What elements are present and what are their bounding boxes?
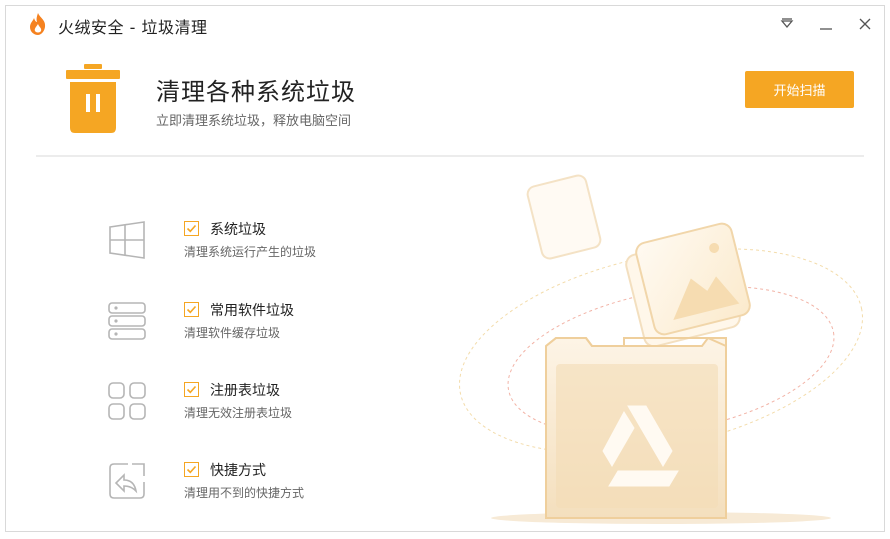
- clean-item-shortcut[interactable]: 快捷方式 清理用不到的快捷方式: [106, 460, 406, 510]
- clean-item-system[interactable]: 系统垃圾 清理系统运行产生的垃圾: [106, 219, 406, 269]
- item-description: 清理无效注册表垃圾: [184, 406, 293, 420]
- window-title: 火绒安全 - 垃圾清理: [58, 18, 208, 37]
- item-title: 系统垃圾: [210, 222, 266, 238]
- item-title: 快捷方式: [210, 463, 266, 479]
- item-description: 清理用不到的快捷方式: [184, 486, 305, 500]
- app-window: 火绒安全 - 垃圾清理 清理各种系统垃圾 立即清理系统垃圾，释放电脑空间 开始扫…: [5, 5, 885, 532]
- chevron-down-icon: [780, 18, 794, 29]
- checkmark-icon: [186, 385, 197, 394]
- database-icon: [108, 302, 146, 340]
- item-title: 注册表垃圾: [210, 383, 280, 399]
- system-junk-checkbox[interactable]: [184, 221, 199, 236]
- minimize-button[interactable]: [813, 12, 839, 36]
- shortcut-checkbox[interactable]: [184, 462, 199, 477]
- checkmark-icon: [186, 305, 197, 314]
- header-divider: [36, 155, 864, 157]
- item-description: 清理系统运行产生的垃圾: [184, 245, 317, 259]
- windows-icon: [109, 221, 145, 259]
- clean-item-registry[interactable]: 注册表垃圾 清理无效注册表垃圾: [106, 380, 406, 430]
- close-button[interactable]: [852, 12, 878, 36]
- checkmark-icon: [186, 465, 197, 474]
- start-scan-button[interactable]: 开始扫描: [745, 71, 854, 108]
- item-title: 常用软件垃圾: [210, 303, 294, 319]
- registry-grid-icon: [108, 382, 146, 420]
- software-junk-checkbox[interactable]: [184, 302, 199, 317]
- huorong-logo-icon: [30, 13, 46, 35]
- minimize-icon: [820, 28, 832, 30]
- title-bar: 火绒安全 - 垃圾清理: [6, 6, 884, 40]
- registry-junk-checkbox[interactable]: [184, 382, 199, 397]
- close-icon: [859, 18, 871, 30]
- trash-can-icon: [66, 64, 120, 133]
- clean-item-software[interactable]: 常用软件垃圾 清理软件缓存垃圾: [106, 300, 406, 350]
- page-title: 清理各种系统垃圾: [156, 78, 356, 106]
- item-description: 清理软件缓存垃圾: [184, 326, 281, 340]
- cleanup-illustration: [459, 174, 863, 524]
- page-subtitle: 立即清理系统垃圾，释放电脑空间: [156, 114, 352, 129]
- checkmark-icon: [186, 224, 197, 233]
- menu-dropdown-button[interactable]: [774, 12, 800, 36]
- shortcut-icon: [109, 463, 145, 499]
